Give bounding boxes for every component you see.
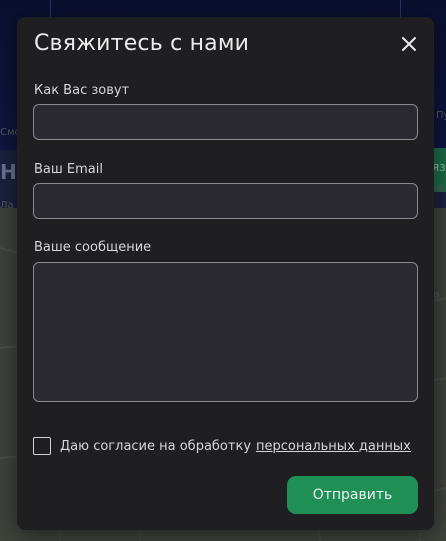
- map-label: Пу: [436, 110, 446, 121]
- modal-title: Свяжитесь с нами: [34, 31, 250, 56]
- name-field[interactable]: [33, 104, 418, 140]
- email-field[interactable]: [33, 183, 418, 219]
- email-field-label: Ваш Email: [34, 162, 103, 177]
- message-field-label: Ваше сообщение: [34, 240, 152, 255]
- name-field-label: Как Вас зовут: [34, 83, 130, 98]
- background-button-label: яз: [432, 160, 446, 174]
- personal-data-link[interactable]: персональных данных: [256, 439, 411, 454]
- map-label: Ф: [436, 184, 445, 195]
- consent-row: Даю согласие на обработку персональных д…: [33, 437, 423, 455]
- submit-button[interactable]: Отправить: [287, 476, 418, 514]
- close-button[interactable]: [399, 34, 419, 54]
- contact-modal: Свяжитесь с нами Как Вас зовут Ваш Email…: [17, 17, 434, 530]
- consent-checkbox[interactable]: [33, 437, 51, 455]
- consent-text: Даю согласие на обработку: [60, 438, 252, 454]
- close-icon: [402, 37, 416, 51]
- map-label: Ла: [0, 200, 14, 211]
- message-field[interactable]: [33, 262, 418, 402]
